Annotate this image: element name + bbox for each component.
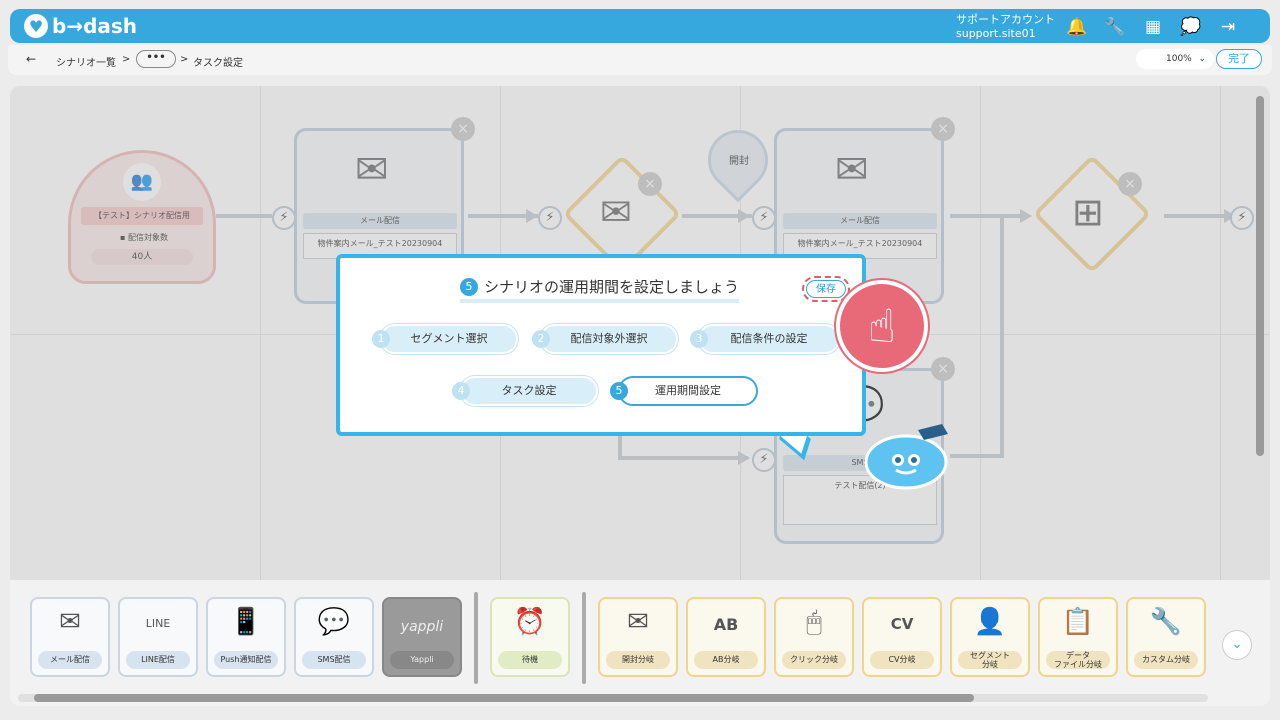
mouse-icon: 🖱 — [806, 607, 822, 637]
line-icon: LINE — [145, 617, 171, 630]
tool-segment-branch[interactable]: 👤 セグメント 分岐 — [950, 597, 1030, 677]
tool-click-branch[interactable]: 🖱 クリック分岐 — [774, 597, 854, 677]
step-operation-period[interactable]: 5 運用期間設定 — [610, 376, 758, 406]
account-info[interactable]: サポートアカウント support.site01 — [956, 13, 1055, 41]
account-name: サポートアカウント — [956, 13, 1055, 26]
tool-label: Yappli — [390, 651, 454, 669]
step-label: 運用期間設定 — [655, 384, 721, 397]
app-header: ♥ b→dash サポートアカウント support.site01 🔔 🔧 ▦ … — [10, 9, 1270, 43]
tool-custom-branch[interactable]: 🔧 カスタム分岐 — [1126, 597, 1206, 677]
tool-datafile-branch[interactable]: 📋 データ ファイル分岐 — [1038, 597, 1118, 677]
tool-open-branch[interactable]: ✉ 開封分岐 — [598, 597, 678, 677]
tool-label: AB分岐 — [694, 651, 758, 669]
step-number-badge: 5 — [460, 277, 478, 296]
mascot-icon — [864, 424, 948, 490]
tool-yappli[interactable]: yappli Yappli — [382, 597, 462, 677]
breadcrumb: ← シナリオ一覧 > ••• > タスク設定 100% ⌄ 完了 — [8, 45, 1272, 75]
step-segment-select[interactable]: 1 セグメント選択 — [372, 324, 518, 354]
tool-wait[interactable]: ⏰ 待機 — [490, 597, 570, 677]
breadcrumb-more-button[interactable]: ••• — [136, 50, 176, 68]
ab-icon: AB — [713, 615, 739, 634]
step-label: タスク設定 — [501, 384, 557, 397]
step-task-setting[interactable]: 4 タスク設定 — [452, 376, 598, 406]
tool-label: クリック分岐 — [782, 651, 846, 669]
cv-icon: CV — [890, 615, 914, 633]
tool-label: データ ファイル分岐 — [1046, 651, 1110, 669]
tool-label: LINE配信 — [126, 651, 190, 669]
tool-label: 開封分岐 — [606, 651, 670, 669]
step-label: 配信条件の設定 — [730, 332, 808, 345]
tool-label-line: データ — [1066, 651, 1090, 660]
tool-sms[interactable]: 💬 SMS配信 — [294, 597, 374, 677]
clipboard-icon: 📋 — [1061, 607, 1095, 637]
breadcrumb-scenario-list[interactable]: シナリオ一覧 — [56, 54, 116, 69]
wrench-icon[interactable]: 🔧 — [1104, 17, 1125, 37]
bell-icon[interactable]: 🔔 — [1066, 17, 1087, 37]
node-palette: ✉ メール配信 LINE LINE配信 📱 Push通知配信 💬 SMS配信 y… — [10, 580, 1270, 706]
back-arrow-icon[interactable]: ← — [26, 52, 36, 66]
step-number: 5 — [610, 382, 628, 400]
speech-bubble-icon: 💬 — [317, 607, 351, 637]
logo-text: b→dash — [52, 14, 138, 38]
tool-label: CV分岐 — [870, 651, 934, 669]
step-number: 1 — [372, 330, 390, 348]
divider — [582, 592, 586, 684]
phone-icon: 📱 — [229, 607, 263, 637]
breadcrumb-current: タスク設定 — [193, 58, 243, 69]
tool-cv-branch[interactable]: CV CV分岐 — [862, 597, 942, 677]
tool-label: 待機 — [498, 651, 562, 669]
scrollbar-thumb[interactable] — [34, 694, 974, 702]
done-button[interactable]: 完了 — [1216, 49, 1262, 69]
account-site: support.site01 — [956, 27, 1036, 40]
step-number: 3 — [690, 330, 708, 348]
id-badge-icon: 👤 — [973, 607, 1007, 637]
tool-label: SMS配信 — [302, 651, 366, 669]
chat-icon[interactable]: 💭 — [1180, 17, 1201, 37]
zoom-select[interactable]: 100% ⌄ — [1136, 49, 1214, 69]
breadcrumb-separator: > — [122, 54, 131, 65]
tool-line[interactable]: LINE LINE配信 — [118, 597, 198, 677]
expand-toolbar-button[interactable]: ⌄ — [1222, 630, 1252, 660]
tool-label-line: ファイル分岐 — [1054, 660, 1102, 669]
step-exclusion-select[interactable]: 2 配信対象外選択 — [532, 324, 678, 354]
step-label: セグメント選択 — [410, 332, 488, 345]
tool-label-line: 分岐 — [982, 660, 998, 669]
tool-push[interactable]: 📱 Push通知配信 — [206, 597, 286, 677]
wrench-icon: 🔧 — [1149, 607, 1183, 637]
tool-label-line: セグメント — [970, 651, 1010, 660]
tool-ab-branch[interactable]: AB AB分岐 — [686, 597, 766, 677]
tutorial-modal: 5 シナリオの運用期間を設定しましょう 保存 1 セグメント選択 2 配信対象外… — [336, 254, 866, 436]
step-label: 配信対象外選択 — [570, 332, 648, 345]
alarm-clock-icon: ⏰ — [513, 607, 547, 637]
zoom-value: 100% — [1166, 54, 1192, 64]
step-number: 4 — [452, 382, 470, 400]
vertical-scrollbar[interactable] — [1256, 96, 1264, 456]
save-button-label: 保存 — [806, 280, 846, 298]
chevron-down-icon: ⌄ — [1198, 54, 1206, 64]
logo-icon: ♥ — [24, 14, 48, 38]
tool-label: メール配信 — [38, 651, 102, 669]
mail-open-icon: ✉ — [627, 607, 649, 637]
breadcrumb-separator: > — [180, 54, 189, 65]
save-button[interactable]: 保存 — [802, 276, 850, 302]
logo[interactable]: ♥ b→dash — [24, 14, 137, 38]
tool-label: セグメント 分岐 — [958, 651, 1022, 669]
pointing-hand-icon: ☝ — [836, 280, 928, 372]
tool-label: カスタム分岐 — [1134, 651, 1198, 669]
yappli-icon: yappli — [400, 619, 444, 635]
logout-icon[interactable]: ⇥ — [1218, 17, 1238, 37]
tool-mail[interactable]: ✉ メール配信 — [30, 597, 110, 677]
step-delivery-condition[interactable]: 3 配信条件の設定 — [690, 324, 840, 354]
modal-title-text: シナリオの運用期間を設定しましょう — [484, 278, 740, 296]
horizontal-scrollbar[interactable] — [18, 694, 1208, 702]
modal-title: 5 シナリオの運用期間を設定しましょう — [460, 276, 740, 303]
tool-label: Push通知配信 — [214, 651, 278, 669]
envelope-icon: ✉ — [59, 607, 81, 637]
step-number: 2 — [532, 330, 550, 348]
grid-icon[interactable]: ▦ — [1143, 17, 1163, 37]
divider — [474, 592, 478, 684]
